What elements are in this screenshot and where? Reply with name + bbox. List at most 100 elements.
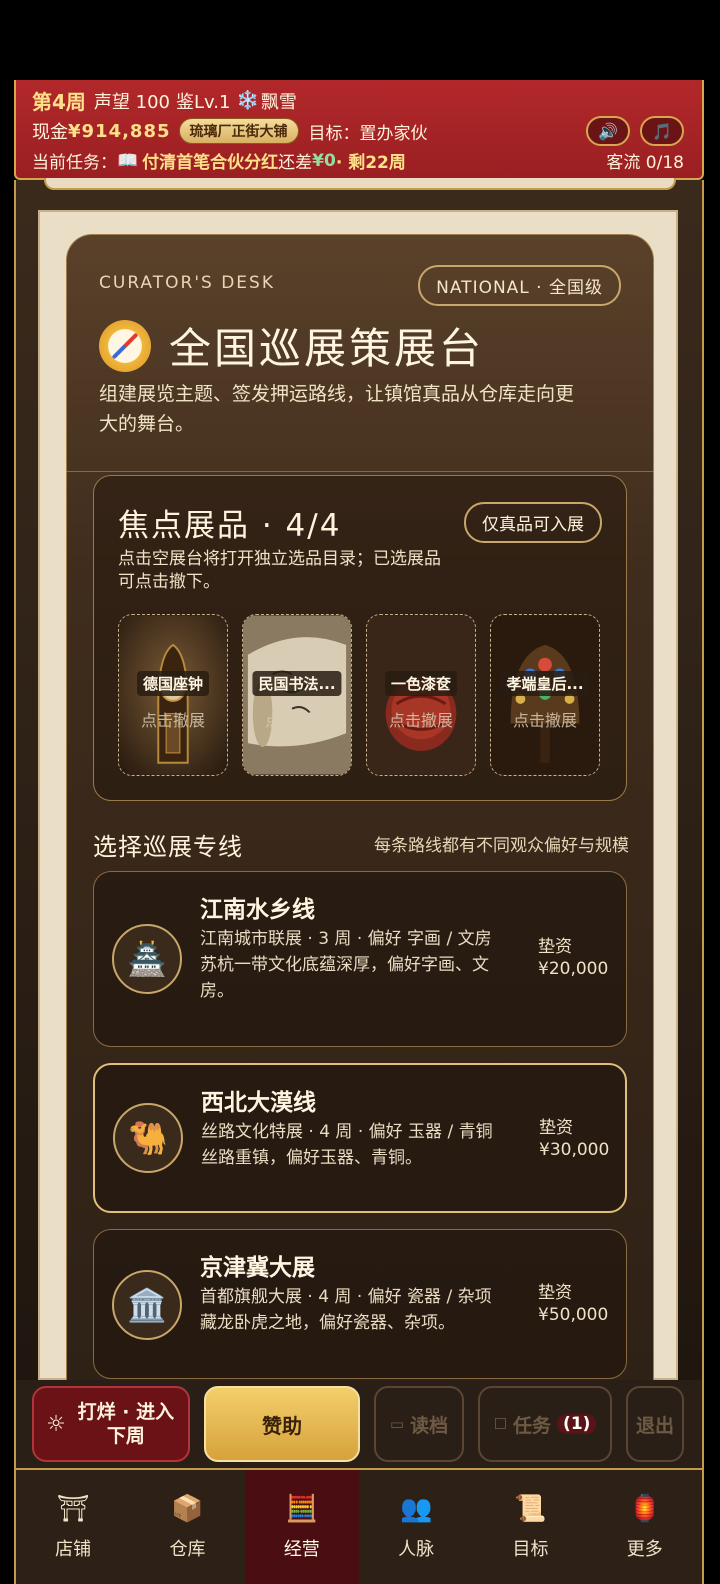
weather: 飘雪 bbox=[260, 91, 297, 113]
route-card-jiangnan[interactable]: 🏯 江南水乡线 江南城市联展 · 3 周 · 偏好 字画 / 文房 苏杭一带文化… bbox=[93, 871, 627, 1047]
music-toggle-button[interactable]: 🎵 bbox=[640, 116, 684, 146]
sponsor-button[interactable]: 赞助 bbox=[204, 1386, 360, 1462]
sun-icon: ☼ bbox=[46, 1411, 66, 1437]
level-badge: NATIONAL · 全国级 bbox=[418, 265, 621, 306]
compass-icon bbox=[99, 319, 151, 372]
goal-text: 目标：置办家伙 bbox=[308, 123, 428, 144]
focus-exhibits-panel: 焦点展品 · 4/4 仅真品可入展 点击空展台将打开独立选品目录；已选展品可点击… bbox=[93, 475, 627, 801]
people-icon: 👥 bbox=[399, 1494, 433, 1524]
music-note-icon: 🎵 bbox=[652, 121, 672, 141]
exhibit-action: 点击撤展 bbox=[388, 711, 453, 730]
tab-warehouse[interactable]: 📦 仓库 bbox=[130, 1470, 244, 1584]
desk-title: 全国巡展策展台 bbox=[169, 324, 485, 373]
status-bar-area bbox=[0, 0, 720, 80]
tab-label: 目标 bbox=[512, 1539, 549, 1560]
routes-note: 每条路线都有不同观众偏好与规模 bbox=[374, 836, 629, 856]
task-remain-label: 还差 bbox=[278, 153, 313, 173]
route-desc: 首都旗舰大展 · 4 周 · 偏好 瓷器 / 杂项 藏龙卧虎之地，偏好瓷器、杂项… bbox=[200, 1284, 510, 1336]
exhibit-slot[interactable]: 一色漆奁 点击撤展 bbox=[366, 614, 476, 776]
fund-label: 垫资 bbox=[539, 1118, 573, 1138]
task-label: 当前任务： bbox=[32, 153, 117, 173]
route-card-northwest[interactable]: 🐫 西北大漠线 丝路文化特展 · 4 周 · 偏好 玉器 / 青铜 丝路重镇，偏… bbox=[93, 1063, 627, 1213]
genuine-only-badge: 仅真品可入展 bbox=[464, 502, 602, 543]
book-icon: 📖 bbox=[117, 150, 139, 171]
exhibit-name: 一色漆奁 bbox=[384, 671, 458, 696]
exhibit-name: 德国座钟 bbox=[136, 671, 210, 696]
tab-operations[interactable]: 🧮 经营 bbox=[244, 1470, 359, 1584]
focus-hint: 点击空展台将打开独立选品目录；已选展品可点击撤下。 bbox=[118, 549, 441, 592]
cash-value: ¥914,885 bbox=[68, 120, 171, 142]
shop-gate-icon: ⛩ bbox=[56, 1494, 90, 1524]
folder-icon: ▭ bbox=[389, 1415, 405, 1433]
tasks-label: 任务 bbox=[513, 1414, 552, 1437]
load-save-button[interactable]: ▭ 读档 bbox=[374, 1386, 464, 1462]
hud-row-cash: 现金 ¥914,885 琉璃厂正街大铺 目标：置办家伙 bbox=[32, 118, 428, 144]
tab-label: 店铺 bbox=[55, 1539, 92, 1560]
current-task: 付清首笔合伙分红 bbox=[142, 153, 279, 173]
routes-title: 选择巡展专线 bbox=[93, 833, 243, 861]
exhibit-slot[interactable]: 德国座钟 点击撤展 bbox=[118, 614, 228, 776]
next-week-button[interactable]: ☼ 打烊 · 进入下周 bbox=[32, 1386, 190, 1462]
shop-badge[interactable]: 琉璃厂正街大铺 bbox=[178, 118, 299, 144]
route-meta: 首都旗舰大展 · 4 周 · 偏好 瓷器 / 杂项 bbox=[200, 1287, 492, 1307]
tab-more[interactable]: 🏮 更多 bbox=[588, 1470, 702, 1584]
load-label: 读档 bbox=[410, 1414, 449, 1437]
crate-icon: 📦 bbox=[171, 1494, 204, 1524]
tab-label: 人脉 bbox=[398, 1539, 435, 1560]
exhibit-name: 孝端皇后... bbox=[500, 671, 590, 696]
fund-amount: ¥20,000 bbox=[538, 959, 609, 979]
hud-row-task: 当前任务： 📖 付清首笔合伙分红 还差 ¥0 · 剩22周 bbox=[32, 148, 406, 174]
exhibit-slot[interactable]: 民国书法... 点击撤展 bbox=[242, 614, 352, 776]
tasks-button[interactable]: ☐ 任务 (1) bbox=[478, 1386, 612, 1462]
fund-amount: ¥30,000 bbox=[539, 1140, 610, 1160]
tab-shop[interactable]: ⛩ 店铺 bbox=[16, 1470, 130, 1584]
exhibit-slot[interactable]: 孝端皇后... 点击撤展 bbox=[490, 614, 600, 776]
sound-toggle-button[interactable]: 🔊 bbox=[586, 116, 630, 146]
exhibit-slots: 德国座钟 点击撤展 民国书法... 点击撤展 一色漆奁 点击撤展 孝端皇后...… bbox=[118, 614, 600, 776]
tab-label: 更多 bbox=[626, 1539, 663, 1560]
divider bbox=[67, 471, 653, 472]
museum-icon: 🏛️ bbox=[112, 1270, 182, 1340]
route-desc: 丝路文化特展 · 4 周 · 偏好 玉器 / 青铜 丝路重镇，偏好玉器、青铜。 bbox=[201, 1119, 511, 1171]
next-week-label: 打烊 · 进入下周 bbox=[77, 1401, 175, 1447]
checkbox-icon: ☐ bbox=[493, 1415, 508, 1433]
exhibit-name: 民国书法... bbox=[252, 671, 342, 696]
lantern-icon: 🏮 bbox=[628, 1494, 661, 1524]
task-remain-amount: ¥0 bbox=[312, 150, 336, 171]
desk-intro: 组建展览主题、签发押运路线，让镇馆真品从仓库走向更大的舞台。 bbox=[99, 383, 575, 435]
bottom-tab-bar: ⛩ 店铺 📦 仓库 🧮 经营 👥 人脉 📜 目标 🏮 更多 bbox=[14, 1468, 704, 1584]
task-weeks-left: · 剩22周 bbox=[335, 153, 406, 173]
tab-contacts[interactable]: 👥 人脉 bbox=[359, 1470, 473, 1584]
exhibit-action: 点击撤展 bbox=[264, 711, 329, 730]
speaker-icon: 🔊 bbox=[598, 121, 618, 141]
focus-title: 焦点展品 · 4/4 bbox=[118, 508, 342, 544]
fund-amount: ¥50,000 bbox=[538, 1305, 609, 1325]
game-hud: 第4周 声望 100 鉴Lv.1 ❄️ 飘雪 现金 ¥914,885 琉璃厂正街… bbox=[14, 80, 704, 180]
castle-icon: 🏯 bbox=[112, 924, 182, 994]
route-name: 京津冀大展 bbox=[200, 1255, 315, 1281]
fund-label: 垫资 bbox=[538, 1283, 572, 1303]
route-fund: 垫资 ¥50,000 bbox=[538, 1282, 608, 1326]
action-bar: ☼ 打烊 · 进入下周 赞助 ▭ 读档 ☐ 任务 (1) 退出 bbox=[14, 1380, 704, 1468]
snowflake-icon: ❄️ bbox=[236, 90, 259, 111]
camel-icon: 🐫 bbox=[113, 1103, 183, 1173]
exhibit-action: 点击撤展 bbox=[512, 711, 577, 730]
route-blurb: 藏龙卧虎之地，偏好瓷器、杂项。 bbox=[200, 1313, 455, 1333]
route-card-jingjinji[interactable]: 🏛️ 京津冀大展 首都旗舰大展 · 4 周 · 偏好 瓷器 / 杂项 藏龙卧虎之… bbox=[93, 1229, 627, 1379]
scroll-icon: 📜 bbox=[514, 1494, 547, 1524]
route-name: 江南水乡线 bbox=[200, 897, 315, 923]
tasks-count-badge: (1) bbox=[557, 1414, 597, 1434]
route-name: 西北大漠线 bbox=[201, 1090, 316, 1116]
appraise-level: 鉴Lv.1 bbox=[176, 91, 231, 113]
curator-desk-panel: CURATOR'S DESK NATIONAL · 全国级 全国巡展策展台 组建… bbox=[66, 234, 654, 1380]
hud-row-stats: 第4周 声望 100 鉴Lv.1 ❄️ 飘雪 bbox=[32, 86, 303, 115]
panel-frame-top bbox=[44, 178, 676, 190]
fund-label: 垫资 bbox=[538, 937, 572, 957]
tab-label: 仓库 bbox=[169, 1539, 206, 1560]
tab-goals[interactable]: 📜 目标 bbox=[473, 1470, 587, 1584]
route-fund: 垫资 ¥20,000 bbox=[538, 936, 608, 980]
week-counter: 第4周 bbox=[32, 90, 86, 114]
quit-button[interactable]: 退出 bbox=[626, 1386, 684, 1462]
exhibit-action: 点击撤展 bbox=[140, 711, 205, 730]
visitor-count: 客流 0/18 bbox=[606, 153, 684, 173]
